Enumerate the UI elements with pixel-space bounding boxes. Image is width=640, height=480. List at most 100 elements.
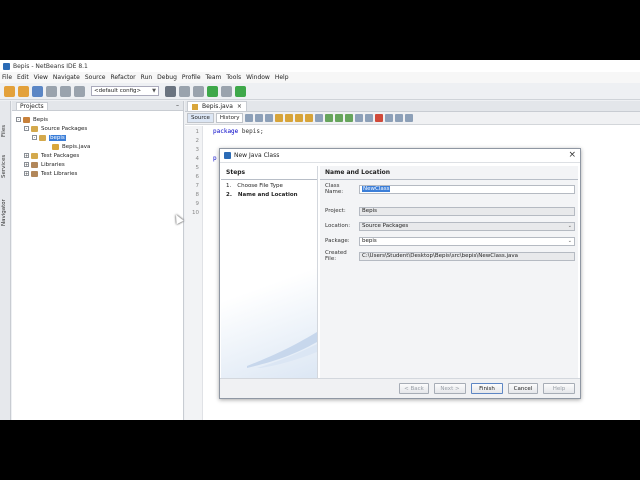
steps-header: Steps xyxy=(221,166,317,180)
left-side-tabs: Files Services Navigator xyxy=(0,101,11,420)
class-name-input[interactable]: NewClass xyxy=(359,184,575,194)
files-tab[interactable]: Files xyxy=(1,119,10,143)
back-icon[interactable] xyxy=(255,114,264,122)
redo-icon[interactable] xyxy=(74,85,85,97)
expand-icon[interactable]: + xyxy=(24,162,29,167)
stop-macro-icon[interactable] xyxy=(385,114,394,122)
start-macro-icon[interactable] xyxy=(375,114,384,122)
projects-tab[interactable]: Projects xyxy=(16,101,48,110)
save-all-icon[interactable] xyxy=(46,85,57,97)
location-row: Location: Source Packages ⌄ xyxy=(325,221,575,231)
tree-node-test-libraries[interactable]: + Test Libraries xyxy=(24,169,77,178)
tree-node-test-packages[interactable]: + Test Packages xyxy=(24,151,79,160)
comment-icon[interactable] xyxy=(395,114,404,122)
services-tab[interactable]: Services xyxy=(1,149,10,183)
projects-panel: Projects – - Bepis - Source Packages - b… xyxy=(12,101,184,420)
package-value: bepis xyxy=(362,238,377,244)
collapse-icon[interactable]: - xyxy=(16,117,21,122)
source-view-button[interactable]: Source xyxy=(187,113,214,123)
toggle-rect-selection-icon[interactable] xyxy=(315,114,324,122)
tree-node-package[interactable]: - bepis xyxy=(32,133,66,142)
close-icon[interactable]: × xyxy=(237,103,242,110)
shift-right-icon[interactable] xyxy=(365,114,374,122)
shift-left-icon[interactable] xyxy=(355,114,364,122)
back-button[interactable]: < Back xyxy=(399,383,429,394)
minimize-icon[interactable]: – xyxy=(176,102,179,109)
finish-button[interactable]: Finish xyxy=(471,383,503,394)
history-view-button[interactable]: History xyxy=(215,113,244,123)
menu-tools[interactable]: Tools xyxy=(226,74,241,81)
tree-node-file[interactable]: Bepis.java xyxy=(52,142,90,151)
step-label: Choose File Type xyxy=(237,183,283,189)
last-edit-icon[interactable] xyxy=(245,114,254,122)
menu-edit[interactable]: Edit xyxy=(17,74,29,81)
debug-icon[interactable] xyxy=(221,85,232,97)
menu-profile[interactable]: Profile xyxy=(182,74,201,81)
package-select[interactable]: bepis ⌄ xyxy=(359,236,575,246)
undo-icon[interactable] xyxy=(60,85,71,97)
find-icon[interactable] xyxy=(275,114,284,122)
toggle-highlight-icon[interactable] xyxy=(305,114,314,122)
clean-icon[interactable] xyxy=(193,85,204,97)
run-icon[interactable] xyxy=(207,85,218,97)
menu-window[interactable]: Window xyxy=(246,74,270,81)
menu-refactor[interactable]: Refactor xyxy=(110,74,135,81)
line-number: 5 xyxy=(195,165,200,171)
menu-view[interactable]: View xyxy=(34,74,48,81)
forward-icon[interactable] xyxy=(265,114,274,122)
open-project-icon[interactable] xyxy=(32,85,43,97)
editor-tab-bepis-java[interactable]: Bepis.java × xyxy=(187,101,247,111)
menu-help[interactable]: Help xyxy=(275,74,289,81)
location-select[interactable]: Source Packages ⌄ xyxy=(359,221,575,231)
uncomment-icon[interactable] xyxy=(405,114,414,122)
menu-source[interactable]: Source xyxy=(85,74,106,81)
title-bar: Bepis - NetBeans IDE 8.1 xyxy=(0,60,640,72)
navigator-tab[interactable]: Navigator xyxy=(1,191,10,235)
config-select[interactable]: <default config> ▼ xyxy=(91,86,159,96)
collapse-icon[interactable]: - xyxy=(24,126,29,131)
toggle-bookmark-icon[interactable] xyxy=(345,114,354,122)
tree-label: Test Libraries xyxy=(41,170,78,177)
next-bookmark-icon[interactable] xyxy=(335,114,344,122)
class-name-row: Class Name: NewClass xyxy=(325,183,575,195)
new-project-icon[interactable] xyxy=(18,85,29,97)
tree-label: Test Packages xyxy=(41,152,80,159)
cancel-button[interactable]: Cancel xyxy=(508,383,538,394)
menu-file[interactable]: File xyxy=(2,74,12,81)
previous-bookmark-icon[interactable] xyxy=(325,114,334,122)
expand-icon[interactable]: + xyxy=(24,171,29,176)
next-button[interactable]: Next > xyxy=(434,383,466,394)
menu-run[interactable]: Run xyxy=(141,74,153,81)
projects-tab-bar: Projects – xyxy=(12,101,183,111)
menu-team[interactable]: Team xyxy=(206,74,222,81)
tree-node-project[interactable]: - Bepis xyxy=(16,115,48,124)
new-file-icon[interactable] xyxy=(4,85,15,97)
tree-node-libraries[interactable]: + Libraries xyxy=(24,160,65,169)
window-title: Bepis - NetBeans IDE 8.1 xyxy=(13,62,88,70)
project-value: Bepis xyxy=(362,208,378,214)
close-icon[interactable]: × xyxy=(568,151,576,160)
expand-icon[interactable]: + xyxy=(24,153,29,158)
line-number: 1 xyxy=(195,129,200,135)
config-select-value: <default config> xyxy=(94,88,142,94)
step-item: 1. Choose File Type xyxy=(221,183,317,189)
code-line-4[interactable]: p xyxy=(213,155,217,162)
java-file-icon xyxy=(52,143,59,150)
line-number: 6 xyxy=(195,174,200,180)
code-keyword: package xyxy=(213,128,239,135)
class-name-value: NewClass xyxy=(362,186,391,192)
help-button[interactable]: Help xyxy=(543,383,575,394)
location-value: Source Packages xyxy=(362,223,409,229)
find-previous-icon[interactable] xyxy=(285,114,294,122)
dialog-title: New Java Class xyxy=(234,152,280,159)
clean-build-icon[interactable] xyxy=(179,85,190,97)
menu-navigate[interactable]: Navigate xyxy=(53,74,80,81)
build-icon[interactable] xyxy=(165,85,176,97)
profile-icon[interactable] xyxy=(235,85,246,97)
collapse-icon[interactable]: - xyxy=(32,135,37,140)
code-line-1[interactable]: package bepis; xyxy=(213,128,264,135)
line-number: 4 xyxy=(195,156,200,162)
tree-node-source-packages[interactable]: - Source Packages xyxy=(24,124,87,133)
find-next-icon[interactable] xyxy=(295,114,304,122)
menu-debug[interactable]: Debug xyxy=(157,74,177,81)
